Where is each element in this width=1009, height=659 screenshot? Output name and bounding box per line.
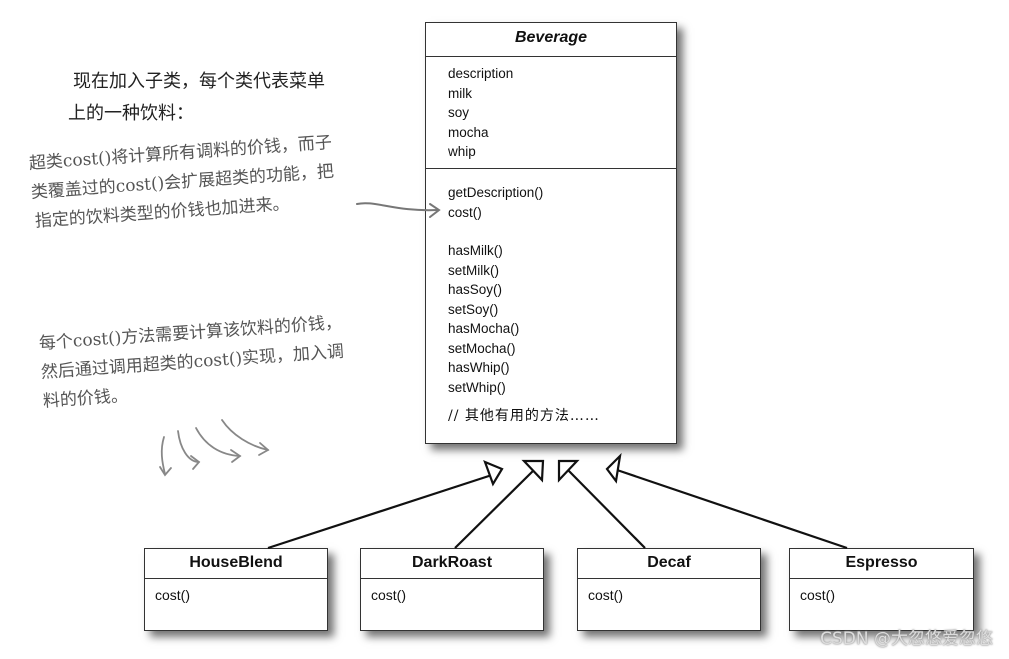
- intro-line-1: 现在加入子类，每个类代表菜单: [73, 71, 325, 92]
- attributes-section: description milk soy mocha whip: [426, 57, 676, 168]
- methods-section: getDescription() cost() hasMilk() setMil…: [426, 169, 676, 427]
- attribute: soy: [448, 105, 470, 120]
- note-superclass-cost: 超类cost()将计算所有调料的价钱，而子 类覆盖过的cost()会扩展超类的功…: [28, 129, 337, 237]
- subclass-espresso: Espresso cost(): [789, 548, 974, 631]
- intro-text: 现在加入子类，每个类代表菜单 上的一种饮料：: [68, 66, 325, 130]
- intro-line-2: 上的一种饮料：: [68, 103, 194, 124]
- squiggle-arrow-icon: [160, 436, 166, 475]
- inheritance-line-decaf: [564, 466, 646, 549]
- method: cost(): [371, 587, 406, 603]
- beverage-class: Beverage description milk soy mocha whip…: [425, 22, 677, 444]
- inheritance-arrowhead-icon: [605, 452, 622, 484]
- method-comment: // 其他有用的方法……: [448, 408, 600, 424]
- inheritance-line-houseblend: [267, 472, 496, 550]
- class-name: DarkRoast: [361, 549, 543, 579]
- attribute: milk: [448, 85, 472, 101]
- method: hasSoy(): [448, 282, 503, 297]
- inheritance-line-espresso: [616, 468, 848, 550]
- attribute: description: [448, 66, 514, 81]
- watermark: CSDN @大忽悠爱忽悠: [820, 629, 993, 649]
- subclass-houseblend: HouseBlend cost(): [144, 548, 328, 631]
- inheritance-arrowhead-icon: [483, 460, 504, 487]
- note-subclass-cost: 每个cost()方法需要计算该饮料的价钱， 然后通过调用超类的cost()实现，…: [38, 309, 347, 417]
- method: hasMilk(): [448, 243, 503, 258]
- method: cost(): [588, 587, 623, 603]
- method: setMilk(): [448, 262, 499, 278]
- class-name: HouseBlend: [145, 549, 327, 579]
- method-cost: cost(): [448, 204, 482, 220]
- class-name: Decaf: [578, 549, 760, 579]
- inheritance-line-darkroast: [454, 466, 538, 549]
- method: setWhip(): [448, 379, 506, 395]
- subclass-decaf: Decaf cost(): [577, 548, 761, 631]
- subclass-darkroast: DarkRoast cost(): [360, 548, 544, 631]
- attribute: whip: [448, 144, 476, 159]
- class-name: Beverage: [426, 23, 676, 57]
- method: setMocha(): [448, 340, 516, 356]
- squiggle-arrow-icon: [221, 419, 269, 451]
- method: setSoy(): [448, 301, 499, 317]
- method: cost(): [800, 587, 835, 603]
- class-name: Espresso: [790, 549, 973, 579]
- attribute: mocha: [448, 124, 489, 140]
- inheritance-arrowhead-icon: [521, 459, 545, 483]
- method: hasMocha(): [448, 321, 520, 336]
- method: hasWhip(): [448, 360, 510, 375]
- method: getDescription(): [448, 185, 544, 200]
- inheritance-arrowhead-icon: [557, 459, 580, 483]
- squiggle-arrow-icon: [177, 430, 200, 463]
- squiggle-arrow-icon: [195, 427, 241, 457]
- method: cost(): [155, 587, 190, 603]
